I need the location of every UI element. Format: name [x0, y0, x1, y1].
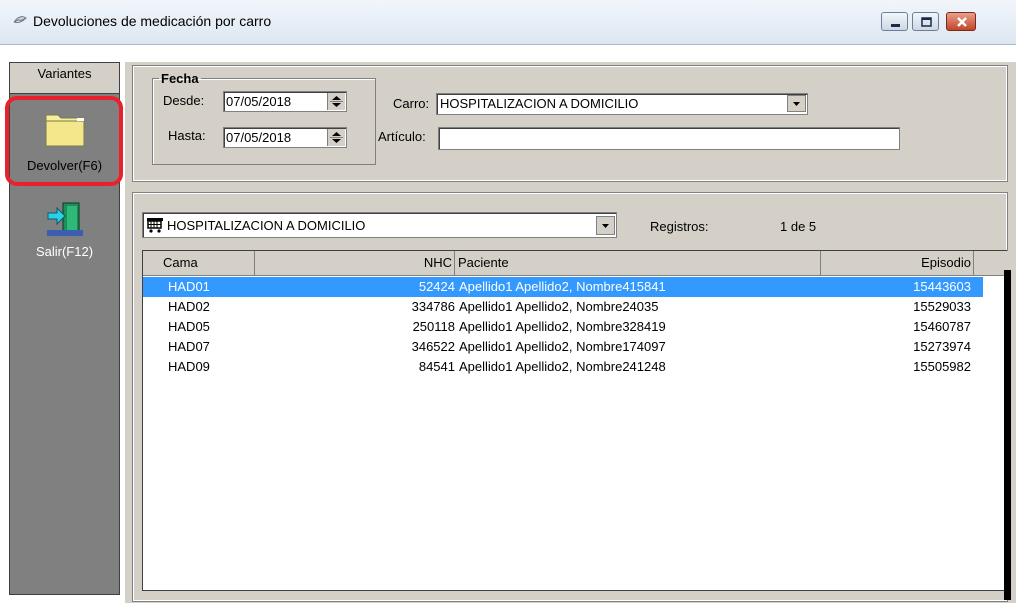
- spinner-arrows-icon: [330, 132, 343, 143]
- list-panel: HOSPITALIZACION A DOMICILIO Registros: 1…: [132, 192, 1008, 602]
- cell-cama: HAD05: [168, 319, 210, 334]
- cell-cama: HAD01: [168, 279, 210, 294]
- carro-value: HOSPITALIZACION A DOMICILIO: [440, 96, 639, 111]
- column-header-paciente[interactable]: Paciente: [455, 251, 821, 276]
- close-button[interactable]: [946, 12, 976, 31]
- variants-toolbar: Variantes Devolver(F6) Salir(F12): [9, 62, 120, 595]
- cell-paciente: Apellido1 Apellido2, Nombre241248: [459, 359, 666, 374]
- cell-paciente: Apellido1 Apellido2, Nombre174097: [459, 339, 666, 354]
- column-header-cama[interactable]: Cama: [143, 251, 255, 276]
- table-row[interactable]: HAD05 250118 Apellido1 Apellido2, Nombre…: [143, 317, 983, 337]
- cell-episodio: 15273974: [913, 339, 971, 354]
- carro-label: Carro:: [393, 96, 430, 111]
- minimize-icon: [891, 24, 900, 27]
- table-row[interactable]: HAD02 334786 Apellido1 Apellido2, Nombre…: [143, 297, 983, 317]
- cell-paciente: Apellido1 Apellido2, Nombre328419: [459, 319, 666, 334]
- chevron-down-icon: [793, 102, 800, 106]
- hasta-value: 07/05/2018: [226, 130, 292, 145]
- fecha-legend: Fecha: [161, 71, 199, 86]
- registros-value: 1 de 5: [780, 219, 817, 234]
- list-carro-select[interactable]: HOSPITALIZACION A DOMICILIO: [142, 212, 617, 238]
- hasta-spinner[interactable]: [327, 129, 345, 146]
- cell-cama: HAD02: [168, 299, 210, 314]
- app-icon: [13, 16, 27, 23]
- table-row[interactable]: HAD09 84541 Apellido1 Apellido2, Nombre2…: [143, 357, 983, 377]
- registros-label: Registros:: [650, 219, 709, 234]
- cell-cama: HAD09: [168, 359, 210, 374]
- hasta-date-field[interactable]: 07/05/2018: [223, 127, 347, 148]
- main-area: Fecha Desde: 07/05/2018 Hasta: 07/05/201…: [125, 62, 1016, 603]
- cell-episodio: 15529033: [913, 299, 971, 314]
- desde-value: 07/05/2018: [226, 94, 292, 109]
- list-carro-dropdown-button[interactable]: [596, 216, 615, 235]
- grid-shadow: [1004, 270, 1011, 600]
- minimize-button[interactable]: [881, 12, 908, 31]
- fecha-group: Fecha: [152, 71, 376, 165]
- desde-spinner[interactable]: [327, 93, 345, 110]
- maximize-button[interactable]: [912, 12, 939, 31]
- column-header-nhc[interactable]: NHC: [255, 251, 455, 276]
- column-header-filler: [974, 251, 1008, 276]
- table-row[interactable]: HAD07 346522 Apellido1 Apellido2, Nombre…: [143, 337, 983, 357]
- cell-nhc: 250118: [412, 319, 455, 334]
- cell-episodio: 15443603: [913, 279, 971, 294]
- shopping-cart-icon: [147, 218, 163, 233]
- cell-episodio: 15460787: [913, 319, 971, 334]
- exit-door-icon: [46, 202, 83, 236]
- window-title: Devoluciones de medicación por carro: [33, 13, 272, 29]
- cell-paciente: Apellido1 Apellido2, Nombre24035: [459, 299, 659, 314]
- maximize-icon: [921, 17, 932, 27]
- cell-paciente: Apellido1 Apellido2, Nombre415841: [459, 279, 666, 294]
- list-carro-value: HOSPITALIZACION A DOMICILIO: [167, 218, 366, 233]
- table-row[interactable]: HAD01 52424 Apellido1 Apellido2, Nombre4…: [143, 277, 983, 297]
- spinner-arrows-icon: [330, 96, 343, 107]
- articulo-label: Artículo:: [378, 129, 426, 144]
- carro-dropdown-button[interactable]: [787, 95, 806, 112]
- cell-nhc: 334786: [411, 299, 455, 314]
- filter-panel: Fecha Desde: 07/05/2018 Hasta: 07/05/201…: [132, 65, 1008, 182]
- salir-label: Salir(F12): [35, 244, 94, 259]
- chevron-down-icon: [602, 224, 609, 228]
- column-header-episodio[interactable]: Episodio: [821, 251, 974, 276]
- carro-select[interactable]: HOSPITALIZACION A DOMICILIO: [436, 93, 808, 115]
- title-bar: Devoluciones de medicación por carro: [0, 0, 1016, 45]
- desde-date-field[interactable]: 07/05/2018: [223, 91, 347, 112]
- cell-nhc: 84541: [418, 359, 455, 374]
- close-icon: [957, 17, 967, 27]
- patients-grid[interactable]: Cama NHC Paciente Episodio HAD01 52424 A…: [142, 250, 1008, 591]
- cell-cama: HAD07: [168, 339, 210, 354]
- folder-icon: [45, 114, 84, 147]
- devolver-label: Devolver(F6): [26, 158, 103, 173]
- hasta-label: Hasta:: [168, 128, 206, 143]
- cell-episodio: 15505982: [913, 359, 971, 374]
- desde-label: Desde:: [163, 93, 205, 108]
- variants-tab[interactable]: Variantes: [10, 63, 119, 94]
- devolver-button[interactable]: Devolver(F6): [10, 93, 119, 185]
- articulo-input[interactable]: [438, 127, 900, 150]
- cell-nhc: 346522: [411, 339, 455, 354]
- salir-button[interactable]: Salir(F12): [10, 200, 119, 270]
- cell-nhc: 52424: [418, 279, 455, 294]
